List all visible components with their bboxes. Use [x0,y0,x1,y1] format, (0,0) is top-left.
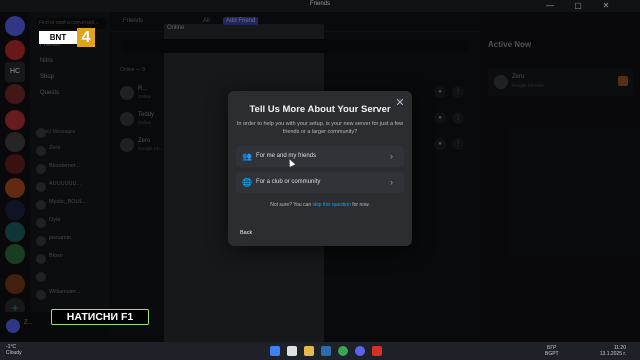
lang-bottom: BGPT [545,351,559,357]
bnt-logo-text: BNT [39,31,77,44]
clock[interactable]: 11:20 13.1.2025 г. [596,345,626,357]
app-icon[interactable] [321,346,331,356]
weather-desc: Cloudy [6,350,22,356]
skip-question-link[interactable]: skip this question [313,202,351,208]
file-explorer-icon[interactable] [304,346,314,356]
chrome-icon[interactable] [338,346,348,356]
taskbar: -1°C Cloudy БГР BGPT 11:20 13.1.2025 г. [0,342,640,360]
globe-icon: 🌐 [242,178,252,187]
note-suffix: for now. [350,202,370,208]
app-icon[interactable] [372,346,382,356]
discord-icon[interactable] [355,346,365,356]
option-club-community[interactable]: 🌐 For a club or community › [236,172,404,193]
bnt-logo: BNT 4 [39,28,95,48]
option-me-and-friends[interactable]: 👥 For me and my friends › [236,146,404,167]
clock-date: 13.1.2025 г. [599,351,626,357]
maximize-button[interactable]: ▢ [568,0,588,12]
bnt-logo-number: 4 [77,28,95,47]
start-icon[interactable] [270,346,280,356]
note-prefix: Not sure? You can [270,202,313,208]
close-window-button[interactable]: ✕ [596,0,616,12]
friends-icon: 👥 [242,152,252,161]
minimize-button[interactable]: — [540,0,560,12]
skip-note: Not sure? You can skip this question for… [228,202,412,208]
server-setup-modal: ✕ Tell Us More About Your Server In orde… [228,91,412,246]
language-indicator[interactable]: БГР BGPT [545,345,559,357]
chevron-right-icon: › [390,177,393,187]
modal-title: Tell Us More About Your Server [249,104,391,115]
back-button[interactable]: Back [240,230,252,236]
window-titlebar: Friends — ▢ ✕ [0,0,640,12]
search-icon[interactable] [287,346,297,356]
chevron-right-icon: › [390,151,393,161]
press-f1-banner: НАТИСНИ F1 [51,309,149,325]
option-label: For a club or community [256,179,321,185]
weather-widget[interactable]: -1°C Cloudy [6,344,22,356]
modal-description: In order to help you with your setup, is… [236,121,404,135]
option-label: For me and my friends [256,153,317,159]
